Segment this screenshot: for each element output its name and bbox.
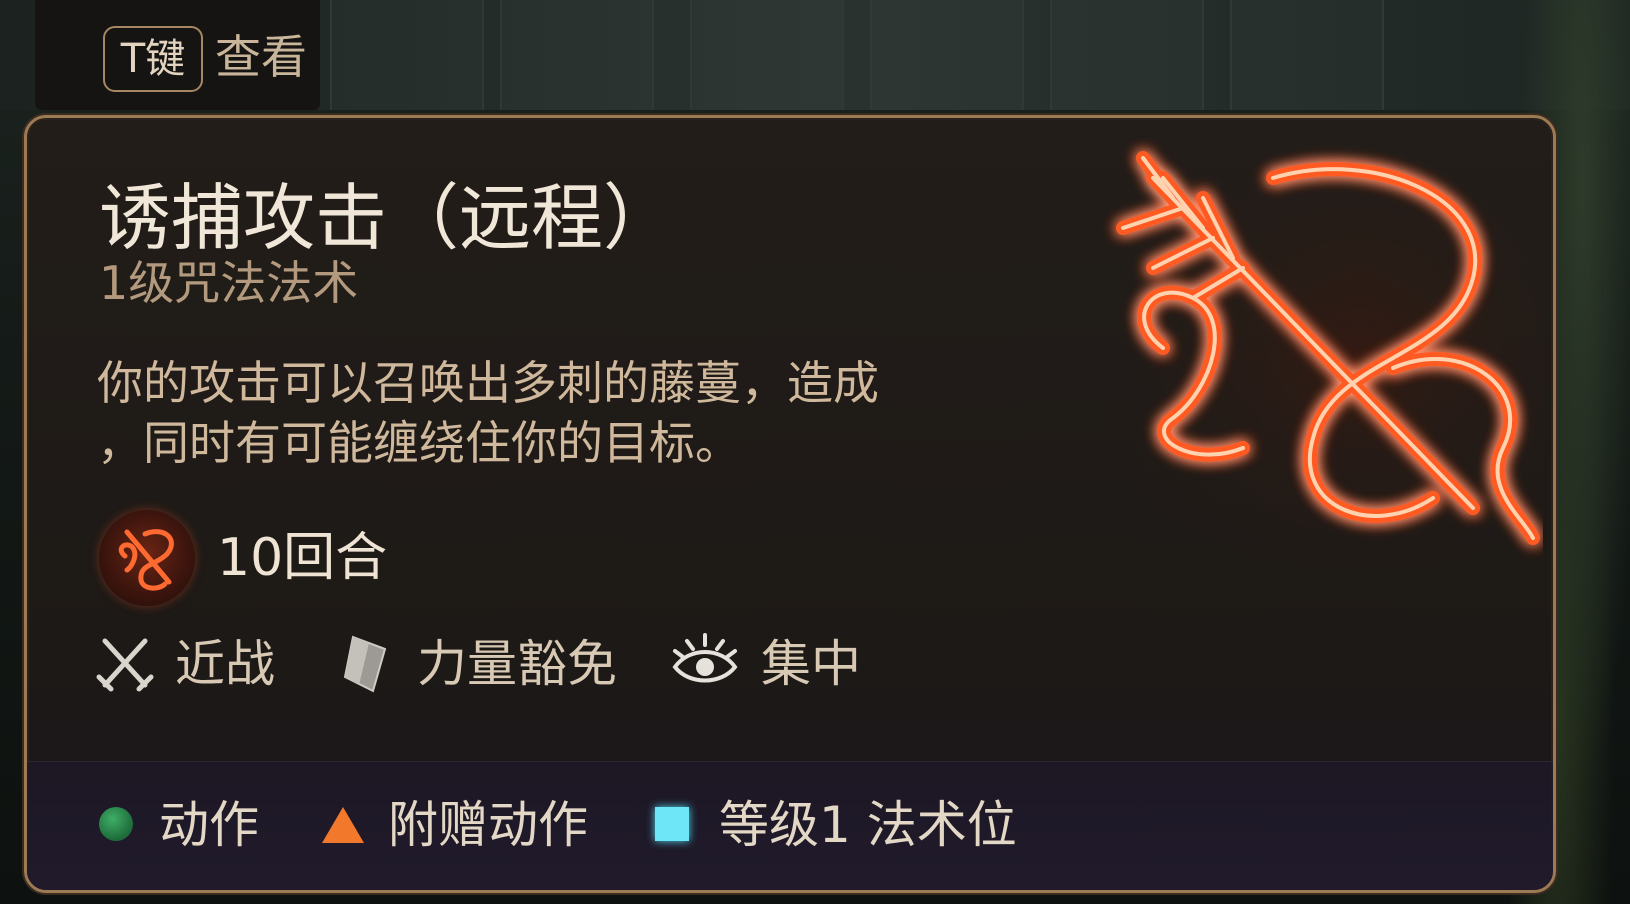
tag-label: 近战	[175, 635, 275, 693]
action-dot-icon	[99, 807, 133, 841]
bonus-action-triangle-icon	[322, 807, 364, 843]
key-badge: T键	[103, 26, 203, 92]
tag-label: 集中	[761, 635, 861, 693]
hotbar-slot	[870, 0, 1024, 110]
cost-label: 动作	[159, 796, 259, 854]
thorn-vine-rune-icon	[1083, 138, 1543, 568]
tag-label: 力量豁免	[417, 635, 617, 693]
examine-hint[interactable]: T键 查看	[35, 0, 320, 110]
spell-tags: 近战 力量豁免 集中	[93, 623, 993, 703]
spell-title: 诱捕攻击（远程）	[99, 176, 676, 260]
hotbar-slot	[1230, 0, 1384, 110]
duration-text: 10回合	[217, 528, 388, 588]
spell-level-school: 1级咒法法术	[99, 256, 359, 310]
cost-label: 附赠动作	[388, 796, 588, 854]
hotbar-slot	[1050, 0, 1204, 110]
shield-icon	[343, 635, 387, 693]
hotbar-slot	[500, 0, 654, 110]
crossed-swords-icon	[96, 638, 154, 692]
hotbar-slot	[330, 0, 484, 110]
action-costs-bar: 动作 附赠动作 等级1 法术位	[27, 761, 1553, 890]
hotbar-slot	[690, 0, 844, 110]
duration-spell-icon	[99, 510, 195, 606]
spell-slot-square-icon	[655, 807, 689, 841]
spell-description: 你的攻击可以召唤出多刺的藤蔓，造成 ，同时有可能缠绕住你的目标。	[97, 356, 879, 470]
spell-tooltip: 诱捕攻击（远程） 1级咒法法术 你的攻击可以召唤出多刺的藤蔓，造成 ，同时有可能…	[24, 115, 1556, 893]
concentration-eye-icon	[672, 633, 738, 683]
cost-label: 等级1 法术位	[719, 796, 1017, 854]
examine-label: 查看	[215, 30, 307, 84]
